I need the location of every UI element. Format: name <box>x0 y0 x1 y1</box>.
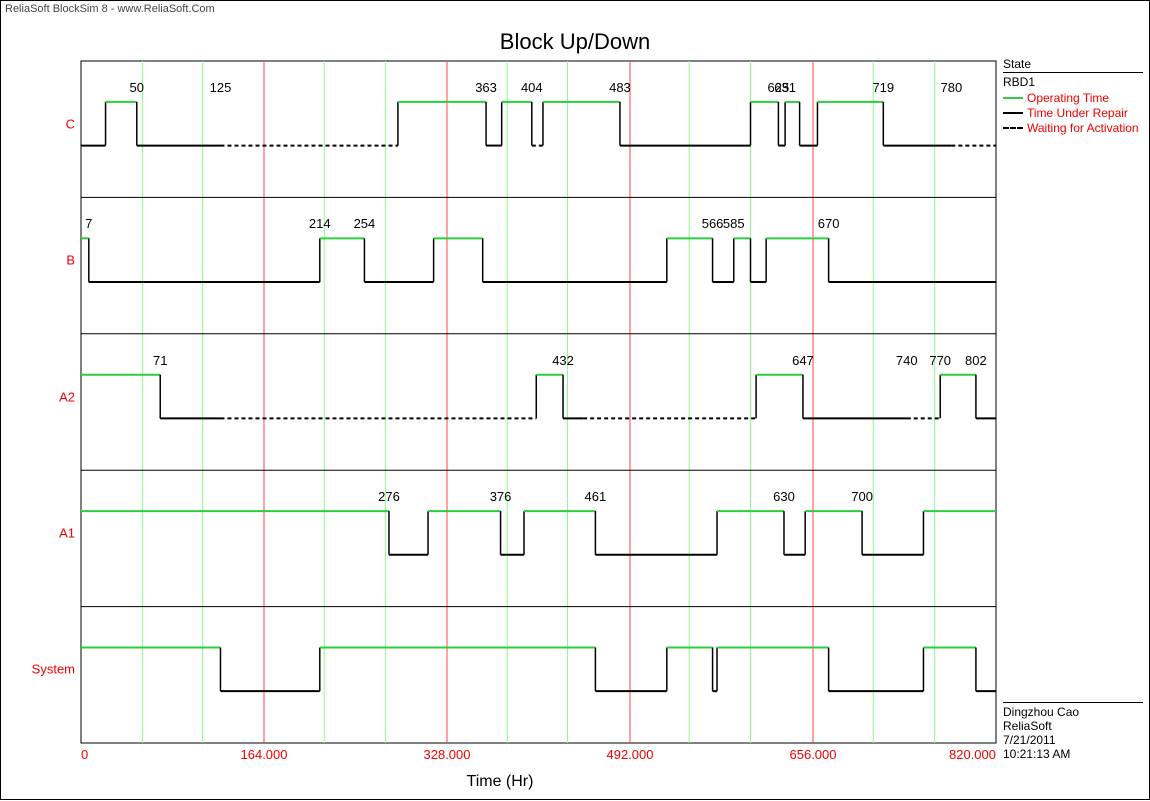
segment-label: 566 <box>702 216 724 231</box>
segment-label: 630 <box>773 489 795 504</box>
row-label: A2 <box>15 389 75 404</box>
row-label: System <box>15 662 75 677</box>
x-tick-label: 164.000 <box>241 747 288 762</box>
row-label: A1 <box>15 525 75 540</box>
x-tick-label: 820.000 <box>949 747 996 762</box>
segment-label: 50 <box>130 80 144 95</box>
segment-label: 670 <box>818 216 840 231</box>
segment-label: 276 <box>378 489 400 504</box>
segment-label: 376 <box>490 489 512 504</box>
segment-label: 432 <box>552 353 574 368</box>
segment-label: 719 <box>872 80 894 95</box>
segment-label: 631 <box>774 80 796 95</box>
segment-label: 585 <box>723 216 745 231</box>
x-tick-label: 0 <box>81 747 88 762</box>
segment-label: 71 <box>153 353 167 368</box>
x-tick-label: 328.000 <box>424 747 471 762</box>
segment-label: 214 <box>309 216 331 231</box>
segment-label: 404 <box>521 80 543 95</box>
segment-label: 802 <box>965 353 987 368</box>
segment-label: 780 <box>941 80 963 95</box>
app-frame: { "header": { "product": "ReliaSoft Bloc… <box>0 0 1150 800</box>
row-label: B <box>15 253 75 268</box>
segment-label: 125 <box>210 80 232 95</box>
segment-label: 740 <box>896 353 918 368</box>
segment-label: 700 <box>851 489 873 504</box>
segment-label: 7 <box>85 216 92 231</box>
chart-canvas <box>1 1 1150 801</box>
segment-label: 461 <box>585 489 607 504</box>
x-tick-label: 492.000 <box>607 747 654 762</box>
x-tick-label: 656.000 <box>790 747 837 762</box>
segment-label: 770 <box>929 353 951 368</box>
segment-label: 483 <box>609 80 631 95</box>
segment-label: 254 <box>354 216 376 231</box>
segment-label: 647 <box>792 353 814 368</box>
row-label: C <box>15 116 75 131</box>
segment-label: 363 <box>475 80 497 95</box>
